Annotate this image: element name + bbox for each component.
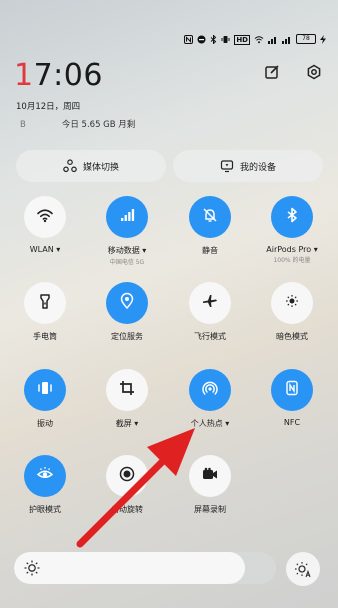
date-label: 10月12日，周四 [16,102,81,112]
charging-icon [320,34,326,44]
tile-dark-mode-label: 暗色模式 [276,332,308,341]
tile-location-label: 定位服务 [111,332,143,341]
tile-mobile-data-label: 移动数据 ▾ [107,246,147,255]
tile-screen-record-toggle[interactable] [189,455,231,497]
tile-vibrate-label: 振动 [37,419,53,428]
airplane-icon [201,292,219,314]
settings-gear-icon[interactable] [306,64,322,80]
bell-mute-icon [201,206,219,228]
tile-location-toggle[interactable] [106,282,148,324]
status-bar: HD 78 [184,33,326,45]
tile-location[interactable]: 定位服务 [85,282,169,342]
tile-screenshot-label: 截屏 ▾ [115,419,139,428]
tile-screen-record[interactable]: 屏幕录制 [168,455,252,515]
media-switch-icon [63,159,77,173]
tile-screen-record-label: 屏幕录制 [194,505,226,514]
tile-mute-label: 静音 [202,246,218,255]
tile-airpods-sublabel: 100% 的电量 [273,257,311,264]
tile-hotspot-toggle[interactable] [189,369,231,411]
wifi-icon [36,206,54,228]
tile-dark-mode-toggle[interactable] [271,282,313,324]
hd-status-icon: HD [234,34,250,45]
tile-flashlight[interactable]: 手电筒 [3,282,87,342]
wifi-status-icon [254,35,264,44]
battery-level: 78 [302,35,310,42]
tile-nfc[interactable]: NFC [250,369,334,427]
data-usage-today: 今日 5.65 GB 月剩 [61,120,136,130]
my-devices-button[interactable]: 我的设备 [173,150,323,182]
tile-screenshot-toggle[interactable] [106,369,148,411]
no-disturb-status-icon [197,35,206,44]
location-icon [118,292,136,314]
tile-mobile-data[interactable]: 移动数据 ▾ 中国电信 5G [85,196,169,266]
media-switch-label: 媒体切换 [82,162,119,173]
tile-airplane-label: 飞行模式 [194,332,226,341]
tile-wlan-label: WLAN ▾ [29,245,61,254]
sun-icon [24,560,40,576]
tile-mobile-data-toggle[interactable] [106,196,148,238]
edit-icon[interactable] [264,64,280,80]
tile-hotspot-label: 个人热点 ▾ [190,419,230,428]
bluetooth-status-icon [210,33,217,45]
my-devices-label: 我的设备 [239,162,276,173]
vibrate-status-icon [221,35,230,44]
clock: 17:06 [14,58,103,93]
tile-wlan[interactable]: WLAN ▾ [3,196,87,254]
tile-flashlight-toggle[interactable] [24,282,66,324]
tile-airpods[interactable]: AirPods Pro ▾ 100% 的电量 [250,196,334,264]
tile-mute-toggle[interactable] [189,196,231,238]
my-devices-icon [220,160,234,173]
tile-eye-care-label: 护眼模式 [29,505,61,514]
tile-wlan-toggle[interactable] [24,196,66,238]
signal-status-icon [268,35,278,44]
tile-mobile-data-sublabel: 中国电信 5G [109,259,145,266]
tile-nfc-toggle[interactable] [271,369,313,411]
tile-airplane[interactable]: 飞行模式 [168,282,252,342]
hd-label: HD [234,34,250,45]
signal-status-icon-2 [282,35,292,44]
flashlight-icon [36,292,54,314]
vibrate-icon [36,379,54,401]
clock-time: 7:06 [33,58,103,93]
nfc-icon [283,379,301,401]
nfc-status-icon [184,34,194,44]
bluetooth-icon [283,206,301,228]
brightness-slider[interactable] [14,552,276,584]
tile-auto-rotate-label: 自动旋转 [111,505,143,514]
battery-icon: 78 [296,34,316,44]
tile-nfc-label: NFC [283,418,301,427]
tile-dark-mode[interactable]: 暗色模式 [250,282,334,342]
top-actions [264,64,322,80]
data-usage: B 今日 5.65 GB 月剩 [20,118,135,130]
tile-eye-care-toggle[interactable] [24,455,66,497]
tile-mute[interactable]: 静音 [168,196,252,256]
tile-flashlight-label: 手电筒 [33,332,57,341]
clock-hour-digit: 1 [14,58,34,93]
tile-vibrate-toggle[interactable] [24,369,66,411]
auto-brightness-icon [295,562,311,578]
tile-screenshot[interactable]: 截屏 ▾ [85,369,169,429]
auto-brightness-button[interactable] [286,552,320,586]
dark-mode-icon [283,292,301,314]
crop-icon [118,379,136,401]
data-usage-unit: B [20,120,26,130]
tile-airpods-label: AirPods Pro ▾ [266,245,318,254]
media-switch-button[interactable]: 媒体切换 [16,150,166,182]
tile-vibrate[interactable]: 振动 [3,369,87,429]
tile-airplane-toggle[interactable] [189,282,231,324]
eye-icon [36,465,54,487]
tile-airpods-toggle[interactable] [271,196,313,238]
record-icon [118,465,136,487]
hotspot-icon [201,379,219,401]
brightness-fill [14,552,245,584]
video-camera-icon [201,465,219,487]
tile-eye-care[interactable]: 护眼模式 [3,455,87,515]
tile-hotspot[interactable]: 个人热点 ▾ [168,369,252,429]
tile-auto-rotate[interactable]: 自动旋转 [85,455,169,515]
signal-bars-icon [118,206,136,228]
tile-auto-rotate-toggle[interactable] [106,455,148,497]
